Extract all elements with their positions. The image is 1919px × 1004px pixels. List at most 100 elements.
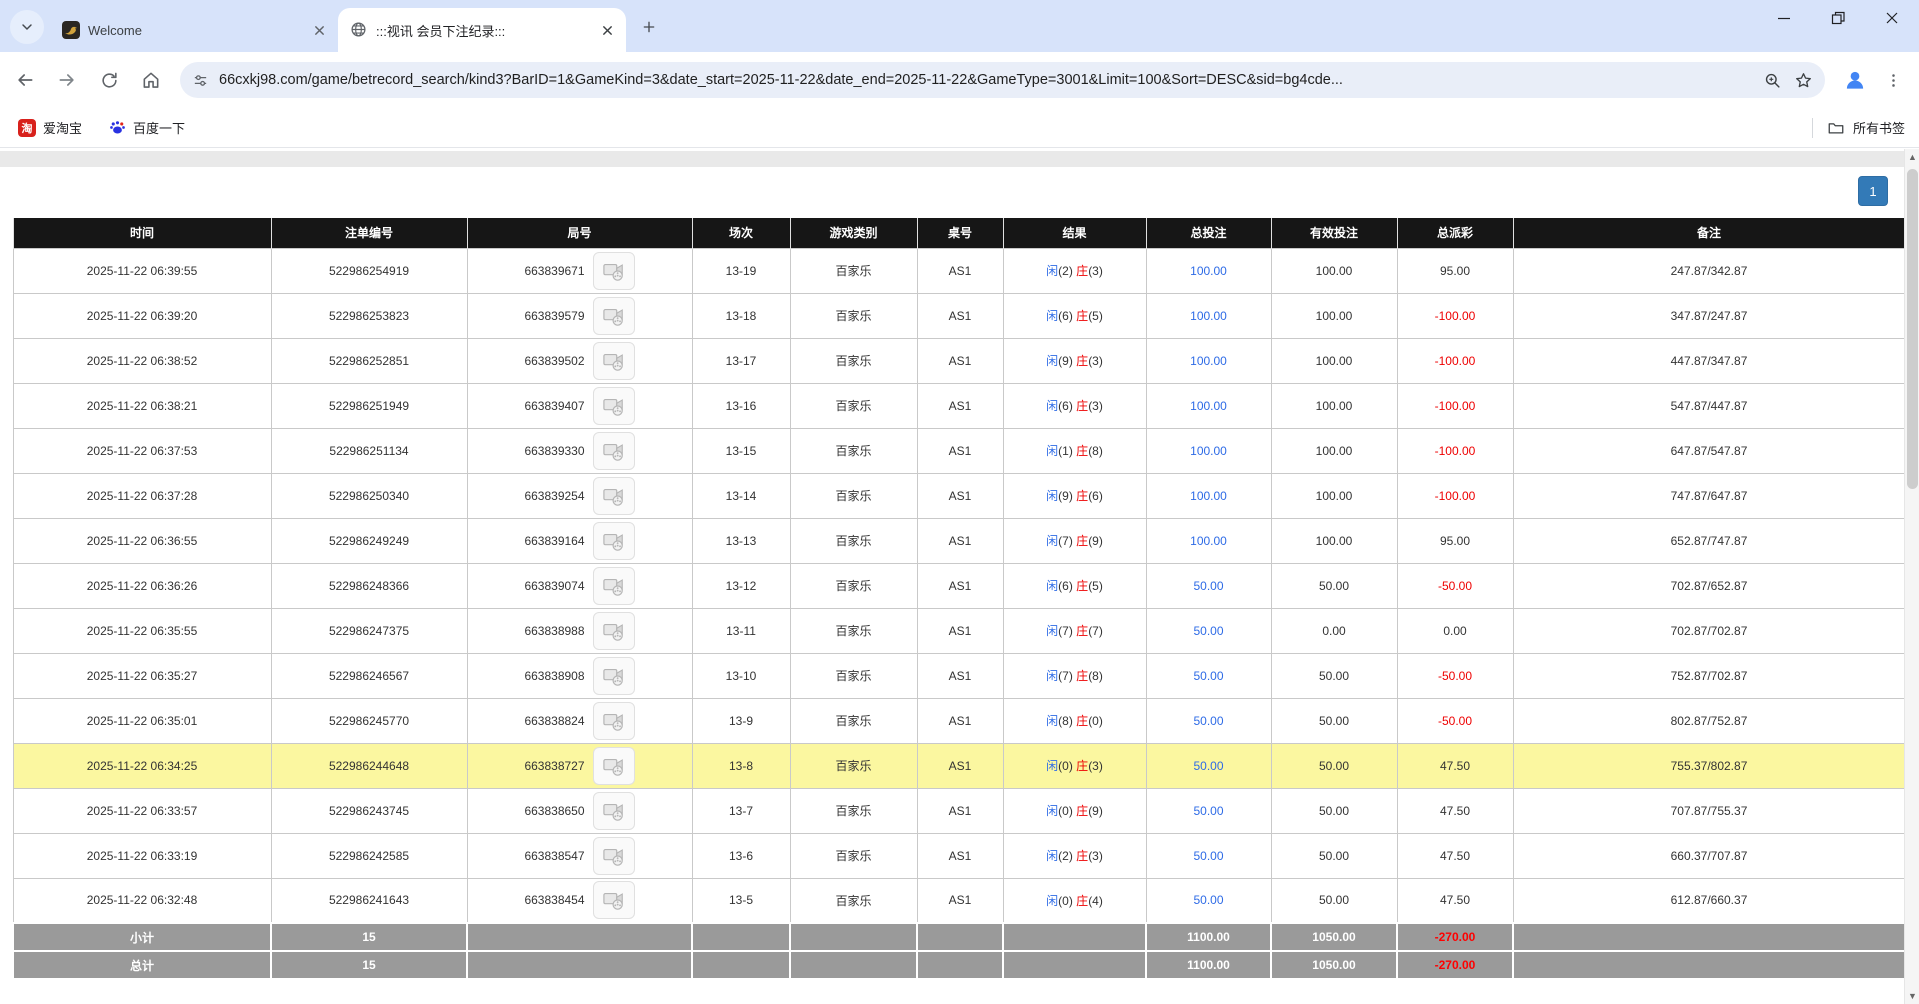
video-replay-button[interactable] <box>593 612 635 650</box>
video-replay-button[interactable] <box>593 792 635 830</box>
table-row: 2025-11-22 06:35:55522986247375663838988… <box>13 608 1905 653</box>
window-restore-button[interactable] <box>1811 0 1865 36</box>
video-replay-button[interactable] <box>593 702 635 740</box>
reload-button[interactable] <box>92 63 126 97</box>
video-replay-button[interactable] <box>593 837 635 875</box>
cell-time: 2025-11-22 06:36:55 <box>13 518 271 563</box>
tab-welcome[interactable]: Welcome <box>50 8 338 52</box>
window-close-button[interactable] <box>1865 0 1919 36</box>
cell-game-type: 百家乐 <box>790 428 917 473</box>
cell-time: 2025-11-22 06:33:19 <box>13 833 271 878</box>
video-replay-button[interactable] <box>593 297 635 335</box>
all-bookmarks-label[interactable]: 所有书签 <box>1853 118 1905 137</box>
cell-session: 13-5 <box>692 878 790 923</box>
pagination-page-1[interactable]: 1 <box>1858 176 1888 206</box>
address-bar[interactable]: 66cxkj98.com/game/betrecord_search/kind3… <box>180 62 1825 98</box>
cell-table-no: AS1 <box>917 743 1003 788</box>
cell-table-no: AS1 <box>917 833 1003 878</box>
browser-menu-button[interactable] <box>1877 64 1909 96</box>
cell-game-type: 百家乐 <box>790 608 917 653</box>
scrollbar-thumb[interactable] <box>1907 169 1918 489</box>
cell-total-bet[interactable]: 50.00 <box>1146 833 1271 878</box>
video-replay-button[interactable] <box>593 252 635 290</box>
video-replay-button[interactable] <box>593 432 635 470</box>
dragon-logo-icon <box>62 21 80 39</box>
cell-total-bet[interactable]: 50.00 <box>1146 698 1271 743</box>
new-tab-button[interactable] <box>634 12 664 42</box>
header-cell: 时间 <box>13 218 271 248</box>
cell-total-bet[interactable]: 50.00 <box>1146 608 1271 653</box>
tab-search-button[interactable] <box>10 10 44 44</box>
summary-cell: -270.00 <box>1397 923 1513 951</box>
cell-total-bet[interactable]: 100.00 <box>1146 518 1271 563</box>
cell-bet-id: 522986250340 <box>271 473 467 518</box>
table-row: 2025-11-22 06:38:21522986251949663839407… <box>13 383 1905 428</box>
tab-title: :::视讯 会员下注纪录::: <box>376 21 590 40</box>
cell-game-type: 百家乐 <box>790 473 917 518</box>
cell-total-bet[interactable]: 50.00 <box>1146 788 1271 833</box>
video-replay-button[interactable] <box>593 881 635 919</box>
cell-result: 闲(2) 庄(3) <box>1003 248 1146 293</box>
video-camera-icon <box>602 845 626 867</box>
cell-total-bet[interactable]: 100.00 <box>1146 248 1271 293</box>
tab-bet-records[interactable]: :::视讯 会员下注纪录::: <box>338 8 626 52</box>
forward-button[interactable] <box>50 63 84 97</box>
cell-total-bet[interactable]: 50.00 <box>1146 878 1271 923</box>
cell-session: 13-18 <box>692 293 790 338</box>
video-replay-button[interactable] <box>593 522 635 560</box>
site-settings-icon <box>192 72 209 89</box>
tab-close-icon[interactable] <box>310 21 328 39</box>
cell-time: 2025-11-22 06:37:53 <box>13 428 271 473</box>
cell-remark: 347.87/247.87 <box>1513 293 1905 338</box>
cell-total-bet[interactable]: 100.00 <box>1146 428 1271 473</box>
cell-valid-bet: 100.00 <box>1271 248 1397 293</box>
cell-valid-bet: 50.00 <box>1271 878 1397 923</box>
cell-payout: 0.00 <box>1397 608 1513 653</box>
video-camera-icon <box>602 350 626 372</box>
cell-total-bet[interactable]: 50.00 <box>1146 563 1271 608</box>
scroll-up-arrow[interactable]: ▲ <box>1905 149 1919 165</box>
home-button[interactable] <box>134 63 168 97</box>
video-replay-button[interactable] <box>593 567 635 605</box>
round-id: 663838988 <box>524 624 584 638</box>
video-camera-icon <box>602 260 626 282</box>
page-scrollbar[interactable]: ▲ ▼ <box>1904 149 1919 1004</box>
cell-bet-id: 522986245770 <box>271 698 467 743</box>
video-replay-button[interactable] <box>593 477 635 515</box>
tab-close-icon[interactable] <box>598 21 616 39</box>
cell-game-type: 百家乐 <box>790 788 917 833</box>
bookmark-aitaobao[interactable]: 淘 爱淘宝 <box>10 113 90 142</box>
url-text[interactable]: 66cxkj98.com/game/betrecord_search/kind3… <box>219 72 1753 88</box>
cell-total-bet[interactable]: 50.00 <box>1146 743 1271 788</box>
cell-total-bet[interactable]: 100.00 <box>1146 383 1271 428</box>
back-button[interactable] <box>8 63 42 97</box>
video-replay-button[interactable] <box>593 747 635 785</box>
scroll-down-arrow[interactable]: ▼ <box>1905 988 1919 1004</box>
bookmark-baidu[interactable]: 百度一下 <box>100 113 193 142</box>
cell-game-type: 百家乐 <box>790 518 917 563</box>
cell-total-bet[interactable]: 100.00 <box>1146 338 1271 383</box>
cell-total-bet[interactable]: 100.00 <box>1146 473 1271 518</box>
cell-total-bet[interactable]: 100.00 <box>1146 293 1271 338</box>
zoom-icon[interactable] <box>1763 71 1782 90</box>
round-id: 663838727 <box>524 759 584 773</box>
window-minimize-button[interactable] <box>1757 0 1811 36</box>
video-replay-button[interactable] <box>593 342 635 380</box>
bookmark-label: 百度一下 <box>133 118 185 137</box>
cell-result: 闲(9) 庄(6) <box>1003 473 1146 518</box>
video-replay-button[interactable] <box>593 387 635 425</box>
profile-avatar[interactable] <box>1839 64 1871 96</box>
restore-icon <box>1831 11 1845 25</box>
video-camera-icon <box>602 485 626 507</box>
cell-session: 13-19 <box>692 248 790 293</box>
video-camera-icon <box>602 440 626 462</box>
web-page-content: 1 时间注单编号局号场次游戏类别桌号结果总投注有效投注总派彩备注 2025-11… <box>0 149 1904 1004</box>
cell-table-no: AS1 <box>917 608 1003 653</box>
cell-round: 663839330 <box>467 428 692 473</box>
cell-time: 2025-11-22 06:33:57 <box>13 788 271 833</box>
cell-table-no: AS1 <box>917 788 1003 833</box>
cell-total-bet[interactable]: 50.00 <box>1146 653 1271 698</box>
cell-remark: 652.87/747.87 <box>1513 518 1905 563</box>
video-replay-button[interactable] <box>593 657 635 695</box>
bookmark-star-icon[interactable] <box>1794 71 1813 90</box>
